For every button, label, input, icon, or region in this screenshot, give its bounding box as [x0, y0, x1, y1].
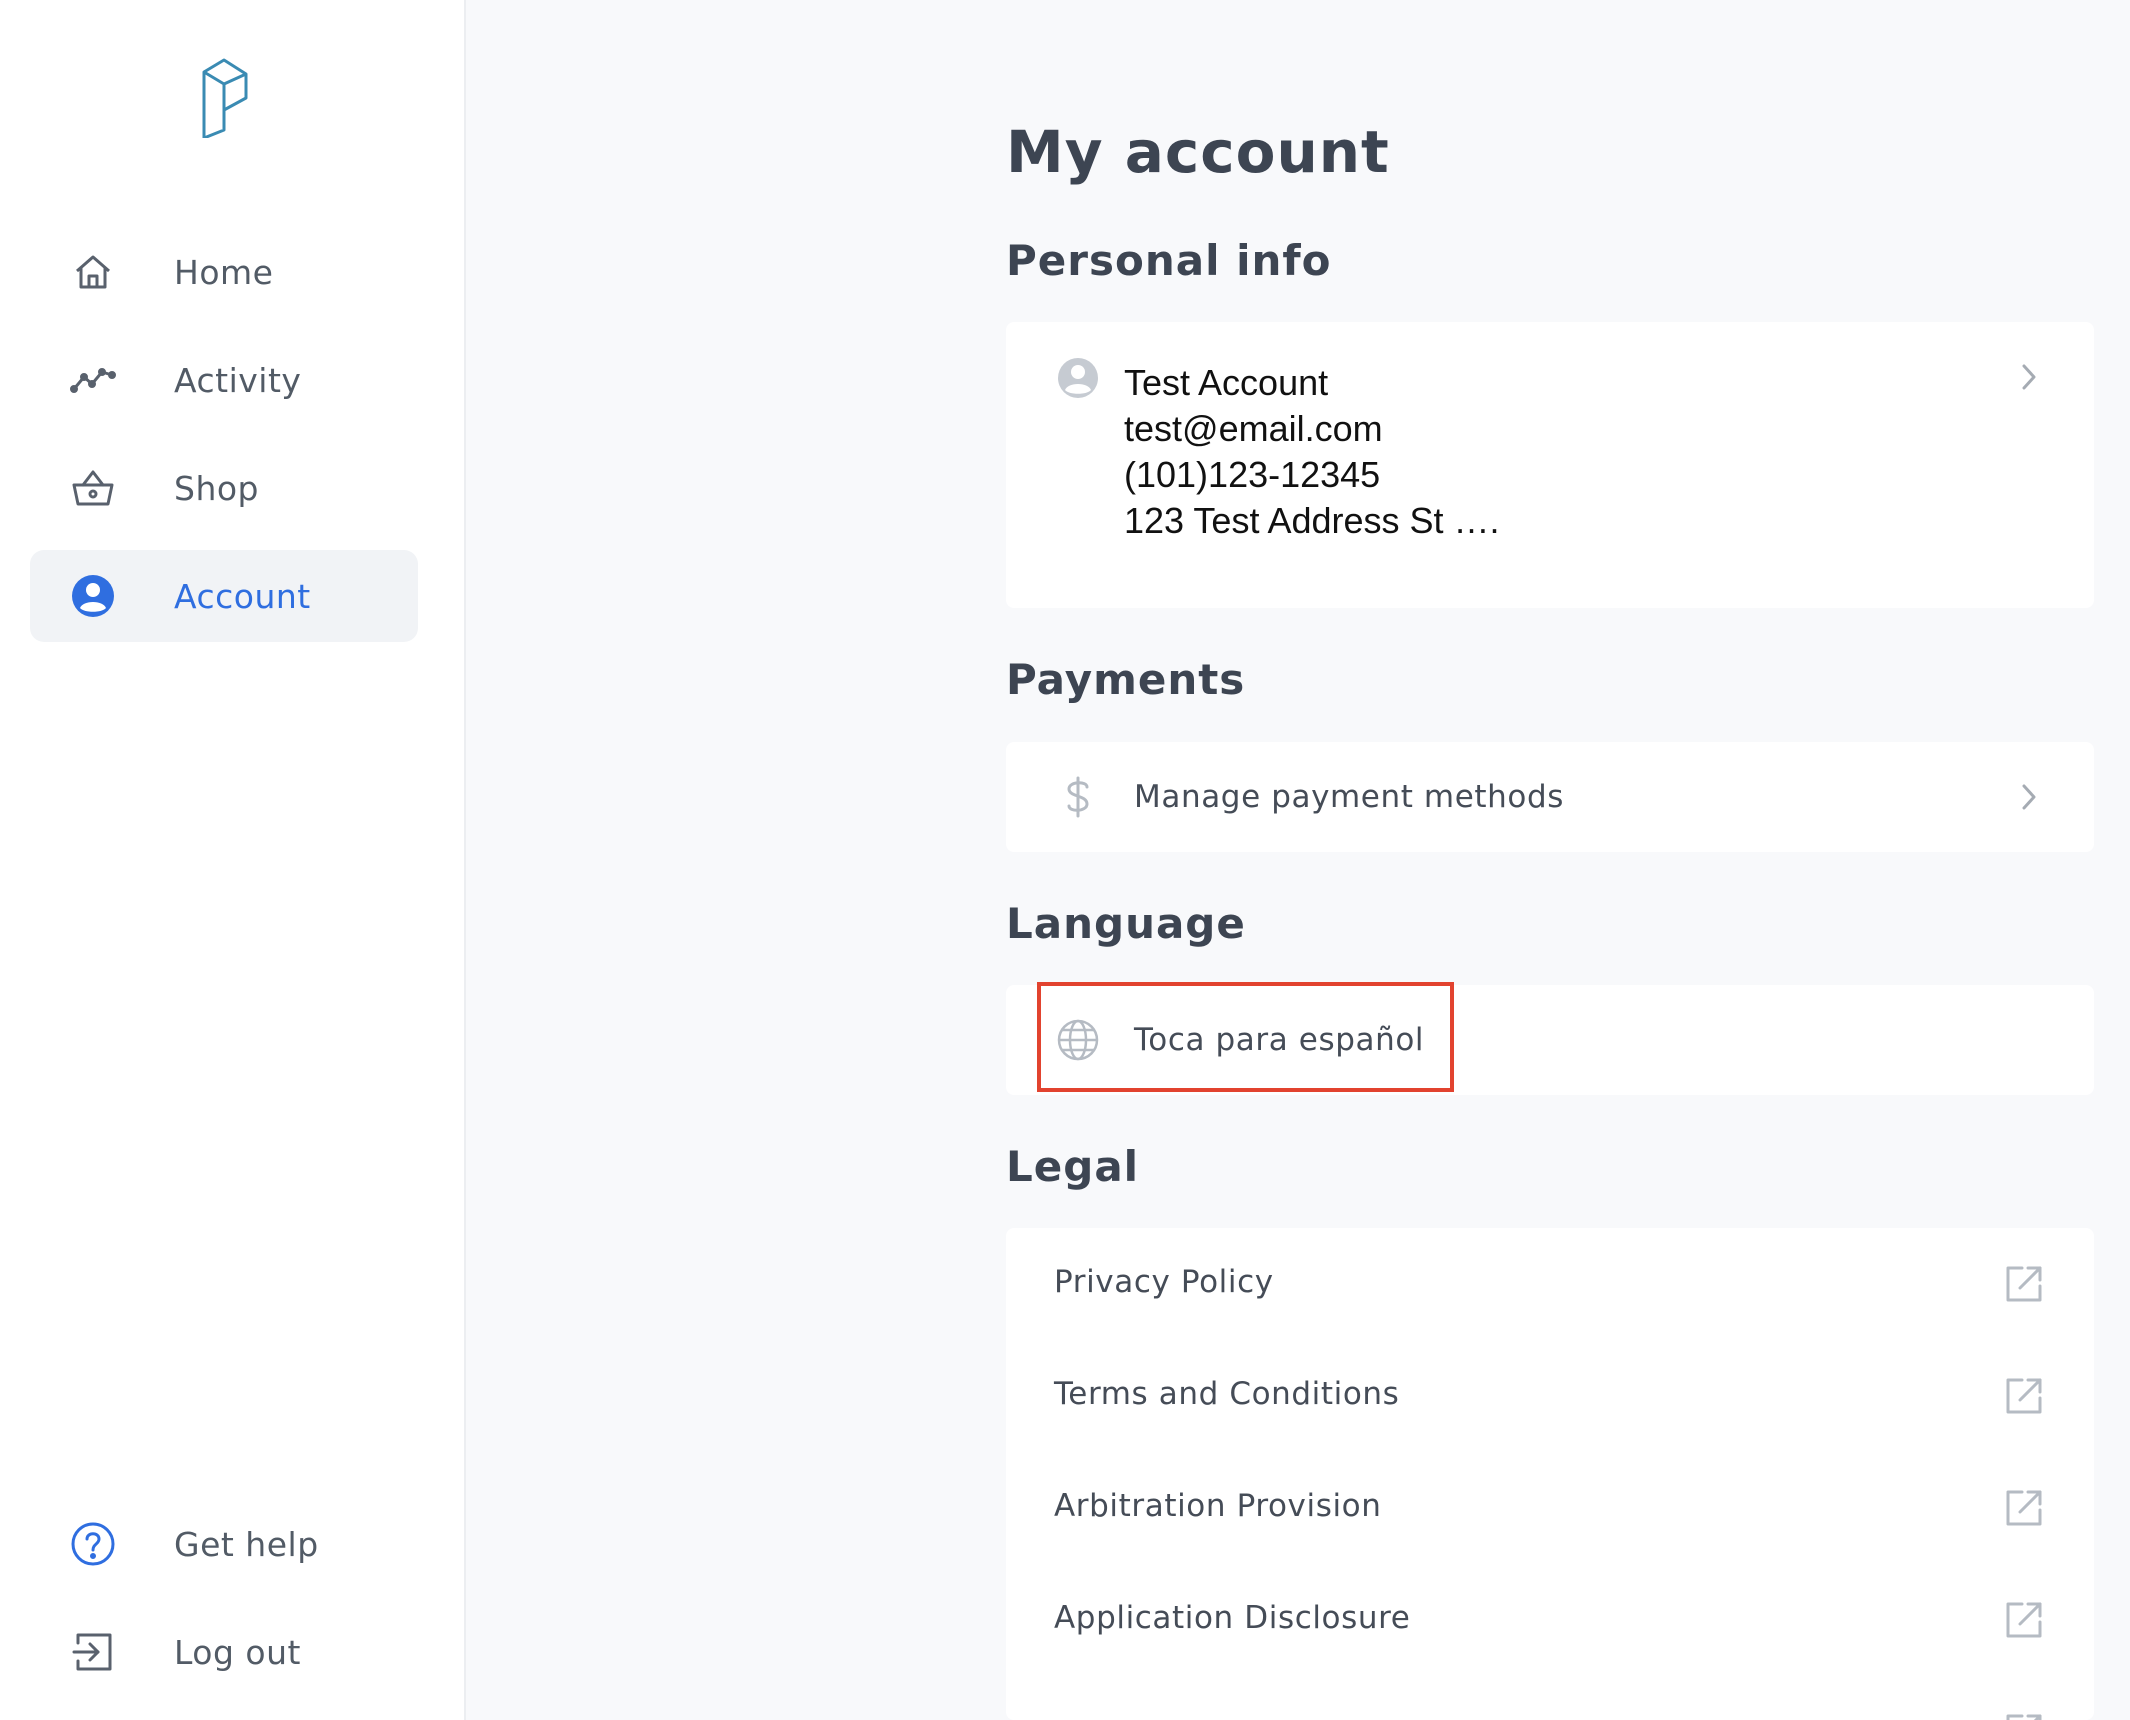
- nav-item-activity[interactable]: Activity: [30, 334, 418, 426]
- nav-item-account[interactable]: Account: [30, 550, 418, 642]
- user-circle-icon: [70, 573, 116, 619]
- dollar-icon: [1067, 776, 1089, 818]
- section-title-payments: Payments: [1006, 655, 1246, 704]
- nav-label-home: Home: [174, 252, 274, 292]
- legal-link-terms-and-conditions[interactable]: Terms and Conditions: [1006, 1340, 2094, 1452]
- account-name: Test Account: [1124, 362, 1329, 403]
- account-address: 123 Test Address St ….: [1124, 500, 1500, 541]
- nav-label-account: Account: [174, 576, 311, 616]
- legal-link-application-disclosure[interactable]: Application Disclosure: [1006, 1564, 2094, 1676]
- logout-icon: [70, 1629, 116, 1675]
- external-link-icon: [2006, 1602, 2042, 1638]
- nav-label-get-help: Get help: [174, 1524, 319, 1564]
- external-link-icon: [2006, 1378, 2042, 1414]
- help-icon: [70, 1521, 116, 1567]
- external-link-icon: [2006, 1266, 2042, 1302]
- basket-icon: [70, 465, 116, 511]
- manage-payment-methods-label: Manage payment methods: [1134, 779, 1565, 815]
- home-icon: [70, 249, 116, 295]
- brand-logo-icon[interactable]: [190, 54, 258, 138]
- account-email: test@email.com: [1124, 408, 1383, 449]
- activity-icon: [70, 357, 116, 403]
- sidebar: Home Activity Shop Account Get help Log …: [0, 0, 466, 1720]
- nav-item-shop[interactable]: Shop: [30, 442, 418, 534]
- legal-link-label: Application Disclosure: [1054, 1600, 1411, 1636]
- highlight-box: [1037, 982, 1454, 1092]
- section-title-language: Language: [1006, 899, 1246, 948]
- personal-info-card[interactable]: Test Account test@email.com (101)123-123…: [1006, 322, 2094, 608]
- legal-link-partial[interactable]: [1006, 1676, 2094, 1720]
- chevron-right-icon: [2022, 364, 2036, 390]
- user-circle-icon: [1058, 358, 1098, 398]
- nav-item-home[interactable]: Home: [30, 226, 418, 318]
- language-toggle-row[interactable]: Toca para español: [1006, 982, 2094, 1095]
- personal-info-details: Test Account test@email.com (101)123-123…: [1124, 360, 1500, 544]
- section-title-personal-info: Personal info: [1006, 236, 1332, 285]
- page-title: My account: [1006, 118, 1390, 186]
- legal-link-label: Privacy Policy: [1054, 1264, 1274, 1300]
- legal-link-arbitration-provision[interactable]: Arbitration Provision: [1006, 1452, 2094, 1564]
- manage-payment-methods-row[interactable]: Manage payment methods: [1006, 742, 2094, 852]
- section-title-legal: Legal: [1006, 1142, 1140, 1191]
- legal-link-label: Arbitration Provision: [1054, 1488, 1382, 1524]
- nav-label-activity: Activity: [174, 360, 302, 400]
- legal-link-label: Terms and Conditions: [1054, 1376, 1400, 1412]
- legal-card: Privacy Policy Terms and Conditions Arbi…: [1006, 1228, 2094, 1720]
- chevron-right-icon: [2022, 784, 2036, 810]
- nav-item-get-help[interactable]: Get help: [30, 1498, 418, 1590]
- account-phone: (101)123-12345: [1124, 454, 1381, 495]
- legal-link-privacy-policy[interactable]: Privacy Policy: [1006, 1228, 2094, 1340]
- nav-item-log-out[interactable]: Log out: [30, 1606, 418, 1698]
- nav-label-shop: Shop: [174, 468, 259, 508]
- external-link-icon: [2006, 1490, 2042, 1526]
- external-link-icon: [2006, 1714, 2042, 1720]
- nav-label-log-out: Log out: [174, 1632, 301, 1672]
